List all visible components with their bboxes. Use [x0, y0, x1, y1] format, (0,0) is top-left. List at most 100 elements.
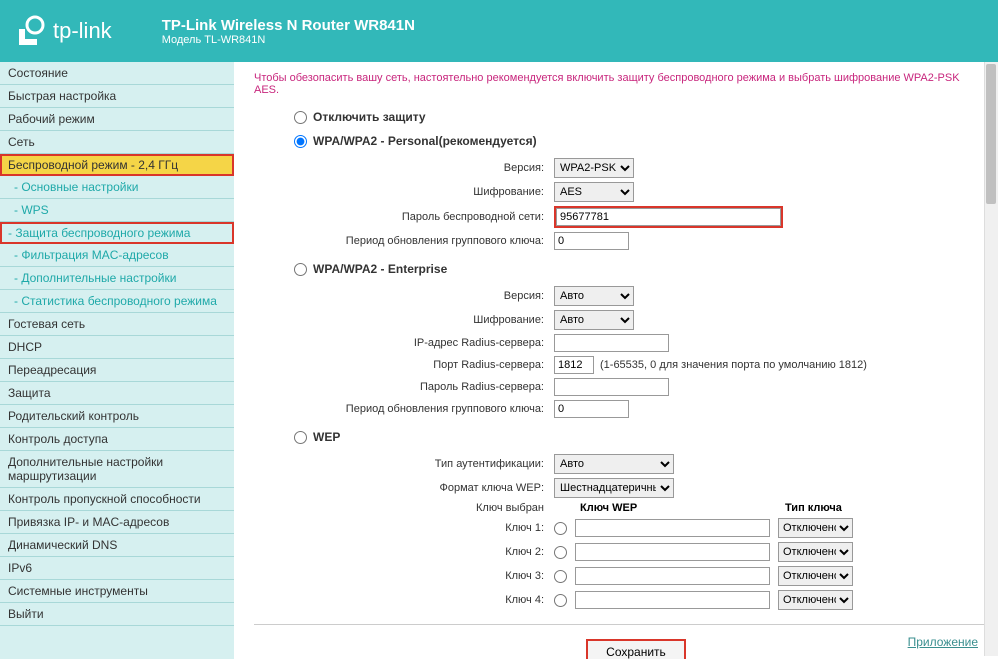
sidebar-item-4[interactable]: Беспроводной режим - 2,4 ГГц	[0, 154, 234, 176]
sidebar-item-15[interactable]: Родительский контроль	[0, 405, 234, 428]
header: tp-link TP-Link Wireless N Router WR841N…	[0, 0, 998, 62]
wep-key-label-1: Ключ 2:	[294, 546, 554, 558]
wep-key-type-1[interactable]: Отключено	[778, 542, 853, 562]
wep-key-row-3: Ключ 4: Отключено	[294, 590, 978, 610]
version-label: Версия:	[294, 162, 554, 174]
radius-pw-label: Пароль Radius-сервера:	[294, 381, 554, 393]
content-panel: Чтобы обезопасить вашу сеть, настоятельн…	[234, 62, 998, 659]
wpa-personal-label: WPA/WPA2 - Personal(рекомендуется)	[313, 134, 537, 148]
wep-type-col: Тип ключа	[785, 502, 842, 514]
wep-key-type-0[interactable]: Отключено	[778, 518, 853, 538]
sidebar-item-5[interactable]: - Основные настройки	[0, 176, 234, 199]
logo: tp-link	[15, 15, 112, 47]
wep-key-radio-2[interactable]	[554, 570, 567, 583]
sidebar: СостояниеБыстрая настройкаРабочий режимС…	[0, 62, 234, 659]
sidebar-item-9[interactable]: - Дополнительные настройки	[0, 267, 234, 290]
encryption-select[interactable]: AES	[554, 182, 634, 202]
wpa-enterprise-label: WPA/WPA2 - Enterprise	[313, 262, 447, 276]
wep-key-row-0: Ключ 1: Отключено	[294, 518, 978, 538]
group-key-label: Период обновления группового ключа:	[294, 235, 554, 247]
wep-label: WEP	[313, 430, 340, 444]
radius-ip-label: IP-адрес Radius-сервера:	[294, 337, 554, 349]
wep-key-radio-1[interactable]	[554, 546, 567, 559]
version-select[interactable]: WPA2-PSK	[554, 158, 634, 178]
ent-encryption-select[interactable]: Авто	[554, 310, 634, 330]
password-input[interactable]	[556, 208, 781, 226]
app-link[interactable]: Приложение	[908, 635, 978, 649]
save-button[interactable]: Сохранить	[586, 639, 686, 659]
sidebar-item-22[interactable]: Системные инструменты	[0, 580, 234, 603]
wep-auth-label: Тип аутентификации:	[294, 458, 554, 470]
sidebar-item-20[interactable]: Динамический DNS	[0, 534, 234, 557]
sidebar-item-0[interactable]: Состояние	[0, 62, 234, 85]
radius-pw-input[interactable]	[554, 378, 669, 396]
scrollbar-thumb[interactable]	[986, 64, 996, 204]
wep-key-label-3: Ключ 4:	[294, 594, 554, 606]
wep-key-radio-3[interactable]	[554, 594, 567, 607]
wpa-personal-radio[interactable]	[294, 135, 307, 148]
wep-radio[interactable]	[294, 431, 307, 444]
wep-key-input-1[interactable]	[575, 543, 770, 561]
password-highlight	[554, 206, 783, 228]
page-title: TP-Link Wireless N Router WR841N	[162, 17, 415, 34]
sidebar-item-23[interactable]: Выйти	[0, 603, 234, 626]
radius-port-label: Порт Radius-сервера:	[294, 359, 554, 371]
radius-ip-input[interactable]	[554, 334, 669, 352]
wep-key-input-0[interactable]	[575, 519, 770, 537]
ent-group-key-label: Период обновления группового ключа:	[294, 403, 554, 415]
sidebar-item-14[interactable]: Защита	[0, 382, 234, 405]
sidebar-item-10[interactable]: - Статистика беспроводного режима	[0, 290, 234, 313]
wep-format-select[interactable]: Шестнадцатеричный	[554, 478, 674, 498]
radius-port-hint: (1-65535, 0 для значения порта по умолча…	[600, 359, 867, 371]
wep-format-label: Формат ключа WEP:	[294, 482, 554, 494]
ent-group-key-input[interactable]	[554, 400, 629, 418]
brand-text: tp-link	[53, 18, 112, 44]
wep-key-type-2[interactable]: Отключено	[778, 566, 853, 586]
sidebar-item-11[interactable]: Гостевая сеть	[0, 313, 234, 336]
wpa-personal-row[interactable]: WPA/WPA2 - Personal(рекомендуется)	[294, 134, 978, 148]
model-text: Модель TL-WR841N	[162, 34, 415, 46]
sidebar-item-3[interactable]: Сеть	[0, 131, 234, 154]
wpa-enterprise-radio[interactable]	[294, 263, 307, 276]
sidebar-item-1[interactable]: Быстрая настройка	[0, 85, 234, 108]
scrollbar[interactable]	[984, 62, 998, 656]
sidebar-item-17[interactable]: Дополнительные настройки маршрутизации	[0, 451, 234, 488]
ent-encryption-label: Шифрование:	[294, 314, 554, 326]
group-key-input[interactable]	[554, 232, 629, 250]
sidebar-item-7[interactable]: - Защита беспроводного режима	[0, 222, 234, 244]
wep-selected-label: Ключ выбран	[294, 502, 554, 514]
sidebar-item-16[interactable]: Контроль доступа	[0, 428, 234, 451]
header-info: TP-Link Wireless N Router WR841N Модель …	[162, 17, 415, 46]
encryption-label: Шифрование:	[294, 186, 554, 198]
wep-key-input-2[interactable]	[575, 567, 770, 585]
wep-key-label-2: Ключ 3:	[294, 570, 554, 582]
disable-security-row[interactable]: Отключить защиту	[294, 110, 978, 124]
wep-auth-select[interactable]: Авто	[554, 454, 674, 474]
sidebar-item-8[interactable]: - Фильтрация MAC-адресов	[0, 244, 234, 267]
tp-link-logo-icon	[15, 15, 47, 47]
disable-security-radio[interactable]	[294, 111, 307, 124]
wep-key-input-3[interactable]	[575, 591, 770, 609]
warning-text: Чтобы обезопасить вашу сеть, настоятельн…	[254, 72, 978, 96]
wep-key-row-2: Ключ 3: Отключено	[294, 566, 978, 586]
sidebar-item-19[interactable]: Привязка IP- и MAC-адресов	[0, 511, 234, 534]
sidebar-item-21[interactable]: IPv6	[0, 557, 234, 580]
radius-port-input[interactable]	[554, 356, 594, 374]
wep-row[interactable]: WEP	[294, 430, 978, 444]
sidebar-item-18[interactable]: Контроль пропускной способности	[0, 488, 234, 511]
sidebar-item-12[interactable]: DHCP	[0, 336, 234, 359]
sidebar-item-13[interactable]: Переадресация	[0, 359, 234, 382]
ent-version-label: Версия:	[294, 290, 554, 302]
wep-key-type-3[interactable]: Отключено	[778, 590, 853, 610]
disable-security-label: Отключить защиту	[313, 110, 426, 124]
wep-key-label-0: Ключ 1:	[294, 522, 554, 534]
wep-key-radio-0[interactable]	[554, 522, 567, 535]
sidebar-item-6[interactable]: - WPS	[0, 199, 234, 222]
wpa-enterprise-row[interactable]: WPA/WPA2 - Enterprise	[294, 262, 978, 276]
divider	[254, 624, 998, 625]
password-label: Пароль беспроводной сети:	[294, 211, 554, 223]
wep-key-col: Ключ WEP	[580, 502, 785, 514]
sidebar-item-2[interactable]: Рабочий режим	[0, 108, 234, 131]
ent-version-select[interactable]: Авто	[554, 286, 634, 306]
wep-key-row-1: Ключ 2: Отключено	[294, 542, 978, 562]
